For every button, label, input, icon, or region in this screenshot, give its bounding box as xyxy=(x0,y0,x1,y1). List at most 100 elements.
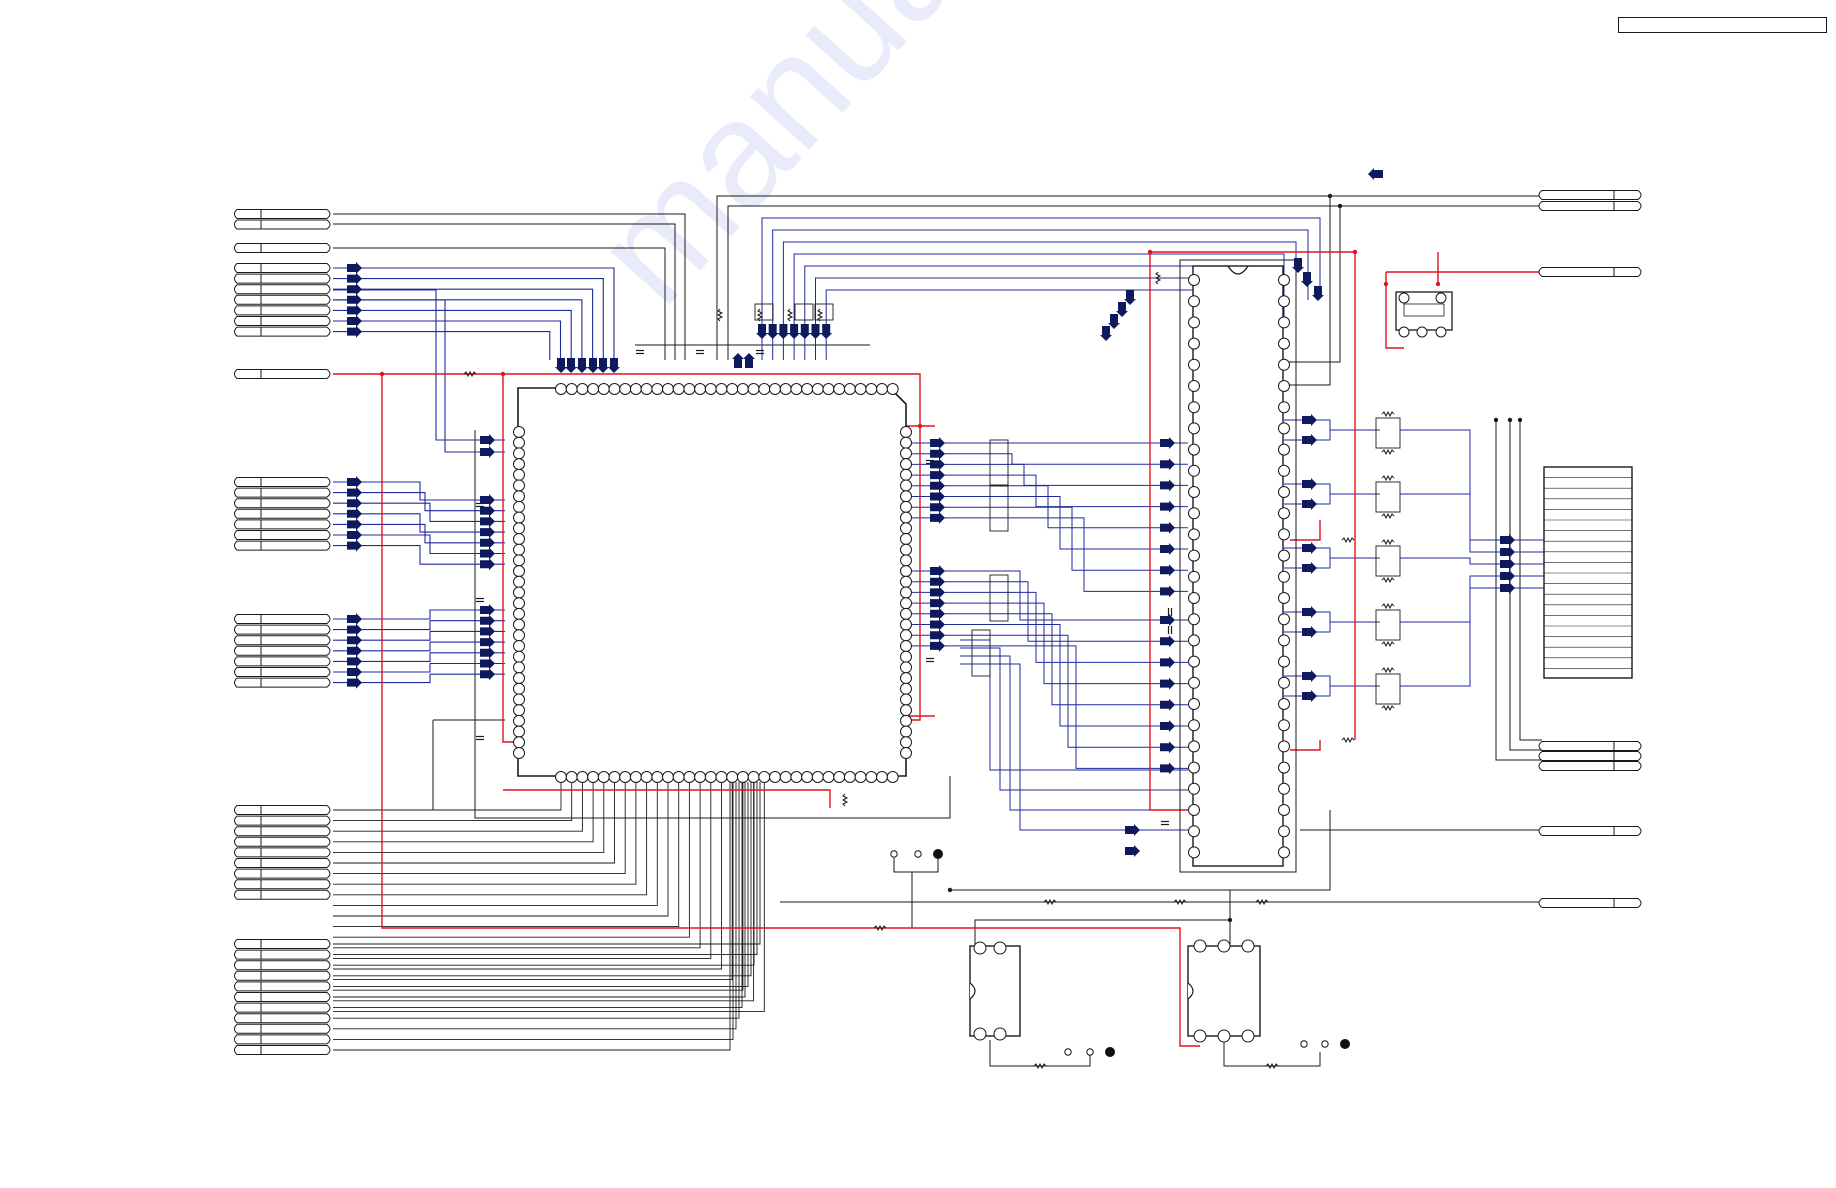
wire xyxy=(333,247,666,360)
pin xyxy=(608,771,621,783)
arrow-down-icon xyxy=(576,358,588,373)
pin xyxy=(1416,326,1428,338)
bus-wire xyxy=(906,496,1188,550)
off-page-connector xyxy=(234,369,331,379)
bus-wire xyxy=(906,506,1188,571)
pin xyxy=(833,771,846,783)
pin xyxy=(886,383,899,395)
off-page-connector xyxy=(234,219,331,230)
pin xyxy=(822,771,835,783)
pin xyxy=(513,533,525,545)
arrow-right-icon xyxy=(1302,690,1317,702)
pin xyxy=(513,565,525,578)
pin xyxy=(790,383,803,395)
pin xyxy=(736,771,749,783)
resistor-array xyxy=(794,303,814,321)
pin xyxy=(513,714,525,727)
power-net xyxy=(1290,740,1321,751)
junction-dot xyxy=(1507,417,1513,423)
bus-wire xyxy=(1284,557,1380,569)
wire xyxy=(333,782,680,928)
arrow-right-icon xyxy=(1160,720,1175,732)
pin xyxy=(822,383,835,395)
arrow-right-icon xyxy=(1500,570,1515,582)
bus-wire xyxy=(333,267,615,360)
pin xyxy=(513,436,525,449)
pin xyxy=(597,383,610,395)
arrow-right-icon xyxy=(930,511,945,524)
test-point xyxy=(1340,1039,1350,1049)
bus-wire xyxy=(1400,557,1544,565)
junction-dot xyxy=(1435,281,1441,287)
wire xyxy=(333,213,686,360)
pin xyxy=(565,771,578,783)
wire xyxy=(727,205,1540,360)
off-page-connector xyxy=(234,815,331,826)
pin xyxy=(662,383,674,395)
junction-dot xyxy=(1493,417,1499,423)
off-page-connector xyxy=(234,858,331,868)
off-page-connector xyxy=(234,508,331,519)
components xyxy=(463,259,1633,1070)
off-page-connector xyxy=(1538,741,1642,751)
arrow-right-icon xyxy=(930,469,945,482)
bus-wire xyxy=(1400,429,1544,541)
arrow-right-icon xyxy=(480,614,495,627)
wire xyxy=(333,782,733,981)
arrow-right-icon xyxy=(480,434,495,446)
pin xyxy=(900,436,912,449)
pin xyxy=(769,771,781,783)
off-page-connector xyxy=(234,889,331,900)
pin xyxy=(900,747,912,759)
resistor xyxy=(1381,538,1395,546)
pin xyxy=(993,1027,1007,1041)
off-page-connector xyxy=(234,879,331,890)
pin xyxy=(513,747,525,759)
off-page-connector xyxy=(234,981,331,992)
arrow-right-icon xyxy=(1125,824,1140,836)
pin xyxy=(1188,782,1200,795)
bus-wire xyxy=(906,517,1188,592)
pin xyxy=(513,736,525,749)
pin xyxy=(1188,486,1200,498)
arrow-right-icon xyxy=(1160,635,1175,648)
bus-wire xyxy=(1400,493,1544,553)
pin xyxy=(769,383,781,395)
off-page-connector xyxy=(234,805,331,815)
pin xyxy=(900,447,912,460)
arrow-right-icon xyxy=(347,272,362,285)
arrow-right-icon xyxy=(1160,564,1175,577)
off-page-connector xyxy=(234,1034,331,1045)
pin xyxy=(1278,740,1290,753)
arrow-down-icon xyxy=(597,358,609,373)
pin xyxy=(900,586,912,599)
pin xyxy=(672,383,685,395)
arrow-right-icon xyxy=(1160,656,1175,669)
junction-dot xyxy=(1227,917,1233,923)
arrow-right-icon xyxy=(1160,479,1175,492)
pin xyxy=(1193,939,1207,953)
arrow-right-icon xyxy=(347,486,362,499)
off-page-connector xyxy=(234,868,331,879)
pin xyxy=(1193,1029,1207,1043)
pin xyxy=(576,771,589,783)
arrow-right-icon xyxy=(1160,521,1175,534)
pin xyxy=(619,383,632,395)
test-point xyxy=(1300,1040,1308,1048)
pin xyxy=(1188,761,1200,774)
bus-wire xyxy=(333,320,562,360)
pin xyxy=(513,575,525,588)
bus-wire xyxy=(825,289,1249,360)
pin xyxy=(900,468,912,481)
pin xyxy=(651,383,664,395)
off-page-connector xyxy=(1538,190,1642,200)
arrow-right-icon xyxy=(347,304,362,317)
off-page-connector xyxy=(234,624,331,635)
pin xyxy=(1398,292,1410,304)
off-page-connector xyxy=(234,939,331,949)
off-page-connector xyxy=(234,970,331,981)
resistor xyxy=(716,308,724,322)
resistor-array xyxy=(971,629,991,677)
off-page-connector xyxy=(234,1002,331,1013)
arrow-right-icon xyxy=(1160,543,1175,555)
